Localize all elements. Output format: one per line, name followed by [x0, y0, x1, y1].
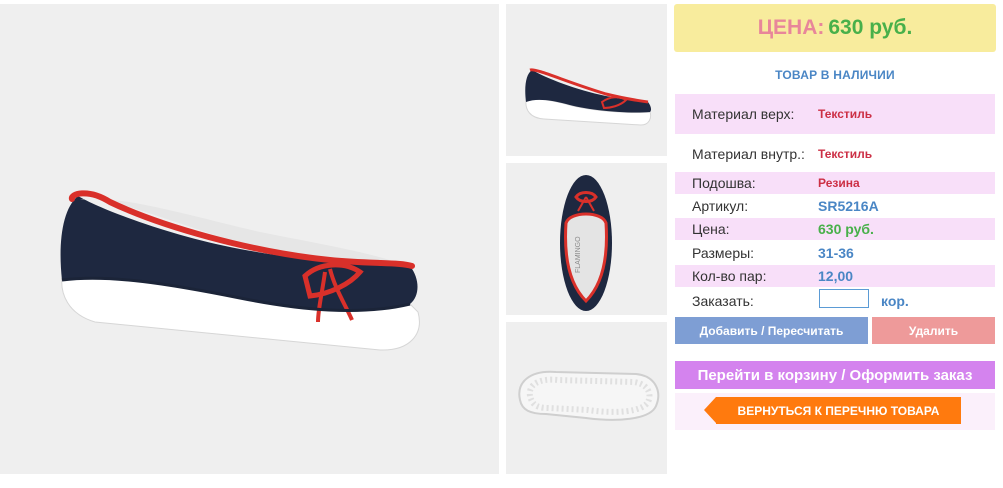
- spec-label: Кол-во пар:: [692, 268, 767, 284]
- spec-label: Артикул:: [692, 198, 749, 214]
- price-box-label: ЦЕНА:: [757, 16, 825, 39]
- spec-row-sizes: Размеры: 31-36: [675, 242, 995, 264]
- spec-label: Подошва:: [692, 175, 756, 191]
- spec-row-material-top: Материал верх: Текстиль: [675, 94, 995, 134]
- spec-value: Резина: [818, 176, 860, 190]
- order-unit: кор.: [881, 293, 909, 309]
- spec-row-price: Цена: 630 руб.: [675, 218, 995, 240]
- go-to-cart-button[interactable]: Перейти в корзину / Оформить заказ: [675, 361, 995, 389]
- spec-value: 31-36: [818, 245, 854, 261]
- spec-value: 630 руб.: [818, 221, 874, 237]
- stock-status: ТОВАР В НАЛИЧИИ: [775, 68, 895, 82]
- spec-row-material-inner: Материал внутр.: Текстиль: [675, 138, 995, 170]
- spec-label: Материал внутр.:: [692, 146, 805, 162]
- spec-row-pairs: Кол-во пар: 12,00: [675, 265, 995, 287]
- main-product-image[interactable]: [0, 4, 499, 474]
- order-quantity-input[interactable]: [819, 289, 869, 308]
- thumbnail-top-view[interactable]: FLAMINGO: [506, 163, 667, 315]
- thumbnail-sole-view[interactable]: [506, 322, 667, 474]
- price-box: ЦЕНА: 630 руб.: [674, 4, 996, 52]
- price-box-value: 630 руб.: [828, 16, 913, 39]
- insole-brand-text: FLAMINGO: [575, 236, 582, 273]
- spec-row-sole: Подошва: Резина: [675, 172, 995, 194]
- spec-label: Цена:: [692, 221, 730, 237]
- spec-value: Текстиль: [818, 147, 873, 161]
- thumbnail-side-view[interactable]: [506, 4, 667, 156]
- spec-row-order: Заказать: кор.: [675, 289, 995, 312]
- back-to-list-button[interactable]: ВЕРНУТЬСЯ К ПЕРЕЧНЮ ТОВАРА: [704, 397, 961, 424]
- spec-value: Текстиль: [818, 107, 873, 121]
- spec-value: 12,00: [818, 268, 854, 284]
- delete-button[interactable]: Удалить: [872, 317, 995, 344]
- spec-label: Размеры:: [692, 245, 755, 261]
- spec-label: Материал верх:: [692, 106, 795, 122]
- back-button-container: ВЕРНУТЬСЯ К ПЕРЕЧНЮ ТОВАРА: [675, 393, 995, 430]
- add-recalculate-button[interactable]: Добавить / Пересчитать: [675, 317, 868, 344]
- spec-label: Заказать:: [692, 293, 754, 309]
- spec-value: SR5216A: [818, 198, 879, 214]
- spec-row-article: Артикул: SR5216A: [675, 196, 995, 218]
